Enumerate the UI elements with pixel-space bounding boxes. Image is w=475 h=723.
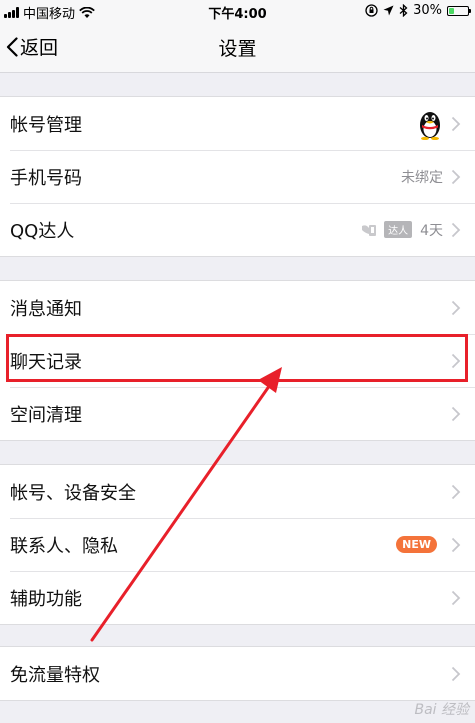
new-badge: NEW [396, 536, 437, 553]
watermark: Bai 经验 [414, 702, 469, 718]
settings-row-chat-history[interactable]: 聊天记录 [0, 334, 475, 387]
settings-row-phone-number[interactable]: 手机号码 未绑定 [0, 150, 475, 203]
row-label: 手机号码 [10, 167, 82, 189]
settings-row-free-data[interactable]: 免流量特权 [0, 647, 475, 700]
chevron-right-icon [451, 222, 461, 237]
settings-group-security: 帐号、设备安全 联系人、隐私 NEW 辅助功能 [0, 464, 475, 625]
orientation-lock-icon [365, 4, 378, 17]
row-label: 聊天记录 [10, 351, 82, 373]
row-label: 辅助功能 [10, 588, 82, 610]
chevron-right-icon [451, 590, 461, 605]
status-right: 30% [365, 3, 471, 18]
chevron-right-icon [451, 300, 461, 315]
settings-row-storage-cleanup[interactable]: 空间清理 [0, 387, 475, 440]
battery-fill [449, 7, 454, 14]
chevron-right-icon [451, 169, 461, 184]
page-title: 设置 [218, 38, 257, 60]
settings-row-notifications[interactable]: 消息通知 [0, 281, 475, 334]
row-label: 免流量特权 [10, 664, 100, 686]
row-label: 联系人、隐私 [10, 535, 118, 557]
chevron-right-icon [451, 353, 461, 368]
row-label: 消息通知 [10, 298, 82, 320]
row-label: QQ达人 [10, 220, 75, 242]
location-icon [383, 5, 394, 16]
settings-row-contacts-privacy[interactable]: 联系人、隐私 NEW [0, 518, 475, 571]
nav-bar: 返回 设置 [0, 22, 475, 73]
settings-group-messages: 消息通知 聊天记录 空间清理 [0, 280, 475, 441]
chevron-right-icon [451, 484, 461, 499]
settings-group-account: 帐号管理 手机号码 未绑定 QQ达人 达人 4天 [0, 96, 475, 257]
chevron-right-icon [451, 406, 461, 421]
row-value: 4天 [420, 222, 443, 239]
qq-penguin-avatar-icon [420, 111, 440, 140]
settings-row-account-management[interactable]: 帐号管理 [0, 97, 475, 150]
talent-wings-icon [362, 224, 377, 236]
talent-badge: 达人 [360, 221, 413, 238]
row-label: 空间清理 [10, 404, 82, 426]
bluetooth-icon [399, 4, 408, 17]
talent-tag: 达人 [384, 221, 413, 238]
chevron-right-icon [451, 666, 461, 681]
settings-row-qq-talent[interactable]: QQ达人 达人 4天 [0, 203, 475, 256]
row-value: 未绑定 [401, 169, 443, 186]
row-label: 帐号管理 [10, 114, 82, 136]
chevron-right-icon [451, 537, 461, 552]
battery-icon [447, 5, 471, 16]
row-label: 帐号、设备安全 [10, 482, 136, 504]
settings-row-account-security[interactable]: 帐号、设备安全 [0, 465, 475, 518]
status-bar: 中国移动 下午4:00 30% [0, 0, 475, 22]
settings-group-data: 免流量特权 [0, 646, 475, 701]
chevron-right-icon [451, 116, 461, 131]
settings-row-accessibility[interactable]: 辅助功能 [0, 571, 475, 624]
battery-percent: 30% [413, 3, 442, 18]
